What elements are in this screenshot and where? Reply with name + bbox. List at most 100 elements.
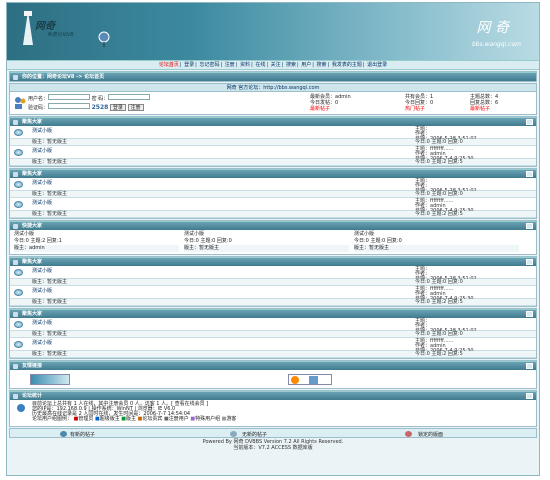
nav-login[interactable]: 登录 bbox=[184, 62, 194, 68]
forum-name[interactable]: 测试小版 bbox=[32, 267, 52, 274]
forum-stats: 今日:0 主题:0 回复:0 bbox=[415, 279, 463, 285]
forum-status-icon bbox=[14, 181, 23, 188]
forum-moderator[interactable]: 版主：暂无版主 bbox=[32, 211, 67, 218]
forum-status-icon bbox=[14, 149, 23, 156]
nav-search[interactable]: 搜索 bbox=[286, 62, 296, 68]
online-users-icon bbox=[17, 404, 25, 412]
legend-registered: 注册用户 bbox=[168, 416, 189, 422]
link-banner-1[interactable] bbox=[30, 374, 70, 385]
forum-moderator[interactable]: 版主：暂无版主 bbox=[32, 159, 67, 166]
username-input[interactable] bbox=[48, 94, 91, 100]
forum-name[interactable]: 测试小版 bbox=[354, 231, 519, 238]
collapse-toggle[interactable] bbox=[526, 119, 533, 125]
forum-moderator[interactable]: 版主：暂无版主 bbox=[32, 279, 67, 286]
nav-home[interactable]: 论坛首页 bbox=[159, 62, 179, 68]
nav-my-topics[interactable]: 我发表的主题 bbox=[332, 62, 362, 68]
collapse-toggle[interactable] bbox=[526, 259, 533, 265]
nav-register[interactable]: 注册 bbox=[225, 62, 235, 68]
forum-moderator[interactable]: 版主：暂无版主 bbox=[32, 139, 67, 146]
forum-status-icon bbox=[14, 321, 23, 328]
notice-text: 网奇 官方论坛：http://bbs.wangqi.com bbox=[226, 85, 320, 91]
balloon-icon bbox=[98, 31, 110, 47]
password-input[interactable] bbox=[108, 94, 151, 100]
section-title: 聚焦大家 bbox=[22, 171, 43, 177]
top-nav: 论坛首页| 登录| 忘记密码| 注册| 资料| 在线| 关注| 搜索| 用户| … bbox=[7, 60, 539, 70]
forum-status-icon bbox=[14, 129, 23, 136]
section-header: 聚焦大家 bbox=[10, 309, 536, 318]
forum-name[interactable]: 测试小版 bbox=[32, 147, 52, 154]
forum-status-icon bbox=[14, 201, 23, 208]
nav-users[interactable]: 用户 bbox=[301, 62, 311, 68]
forum-row: 测试小版主题：ffffffff......作者：admin日期：2006-7-4… bbox=[10, 198, 536, 214]
collapse-toggle[interactable] bbox=[526, 171, 533, 177]
forum-moderator[interactable]: 版主：暂无版主 bbox=[32, 351, 67, 358]
stat-newest-posts[interactable]: 最新帖子 bbox=[310, 106, 351, 112]
footer-version: 当前版本：V7.2 ACCESS 数据库版 bbox=[233, 445, 313, 451]
forum-moderator[interactable]: 版主：暂无版主 bbox=[32, 299, 67, 306]
forum-footer: 版主：暂无版主 今日:0 主题:0 回复:0 bbox=[10, 191, 536, 198]
forum-stats: 今日:0 主题:0 回复:0 bbox=[415, 331, 463, 337]
forum-mod: 版主：暂无版主 bbox=[184, 245, 349, 252]
banner-url: bbs.wangqi.com bbox=[471, 41, 521, 48]
section-icon bbox=[13, 312, 18, 317]
captcha-code: 2528 bbox=[91, 104, 109, 111]
breadcrumb: 你的位置：网奇论坛V8 -> 论坛首页 bbox=[10, 72, 536, 81]
banner-subtitle: 免费论坛V8 bbox=[47, 32, 74, 38]
register-button[interactable]: 注册 bbox=[127, 104, 144, 111]
section-icon bbox=[13, 394, 18, 399]
forum-sections: 聚焦大家测试小版主题：作者：日期：2006-5-28 3:51:02版主：暂无版… bbox=[7, 116, 539, 359]
section-icon bbox=[13, 224, 18, 229]
forum-moderator[interactable]: 版主：暂无版主 bbox=[32, 331, 67, 338]
stat-latest[interactable]: 最新帖子 bbox=[470, 106, 498, 112]
nav-search2[interactable]: 搜索 bbox=[317, 62, 327, 68]
nav-profile[interactable]: 资料 bbox=[240, 62, 250, 68]
forum-name[interactable]: 测试小版 bbox=[32, 179, 52, 186]
nav-online[interactable]: 在线 bbox=[255, 62, 265, 68]
collapse-toggle[interactable] bbox=[526, 393, 533, 399]
nav-follow[interactable]: 关注 bbox=[271, 62, 281, 68]
breadcrumb-block: 你的位置：网奇论坛V8 -> 论坛首页 bbox=[9, 71, 537, 82]
forum-name[interactable]: 测试小版 bbox=[32, 287, 52, 294]
legend-admin: 管理员 bbox=[78, 416, 94, 422]
collapse-toggle[interactable] bbox=[526, 223, 533, 229]
forum-name[interactable]: 测试小版 bbox=[32, 339, 52, 346]
three-col-body: 测试小版 今日:0 主题:2 回复:1 版主：admin 测试小版 今日:0 主题:0 … bbox=[10, 230, 536, 254]
forum-name[interactable]: 测试小版 bbox=[32, 127, 52, 134]
links-title: 友情链接 bbox=[22, 363, 43, 369]
captcha-input[interactable] bbox=[48, 103, 91, 109]
section-title: 聚焦大家 bbox=[22, 259, 43, 265]
forum-stats: 今日:0 主题:2 回复:5 bbox=[415, 299, 463, 305]
stat-hot-posts[interactable]: 热门帖子 bbox=[405, 106, 433, 112]
section-header: 聚焦大家 bbox=[10, 257, 536, 266]
links-block: 友情链接 bbox=[9, 360, 537, 389]
home-icon bbox=[13, 75, 18, 80]
breadcrumb-text: 你的位置：网奇论坛V8 -> 论坛首页 bbox=[22, 74, 105, 80]
login-button[interactable]: 登录 bbox=[109, 104, 126, 111]
nav-logout[interactable]: 退出登录 bbox=[367, 62, 387, 68]
forum-footer: 版主：暂无版主 今日:0 主题:2 回复:5 bbox=[10, 299, 536, 306]
forum-footer: 版主：暂无版主 今日:0 主题:0 回复:0 bbox=[10, 331, 536, 338]
new-posts-icon bbox=[60, 431, 67, 437]
nav-forgot[interactable]: 忘记密码 bbox=[199, 62, 219, 68]
forum-name[interactable]: 测试小版 bbox=[32, 319, 52, 326]
forum-col: 测试小版 今日:0 主题:0 回复:0 版主：暂无版主 bbox=[184, 231, 349, 252]
page: 网奇 免费论坛V8 网 奇 bbs.wangqi.com 论坛首页| 登录| 忘… bbox=[6, 2, 540, 476]
locked-icon bbox=[405, 431, 412, 437]
legend-guest: 游客 bbox=[226, 416, 237, 422]
forum-stats: 今日:0 主题:2 回复:5 bbox=[415, 351, 463, 357]
forum-row: 测试小版主题：作者：日期：2006-5-28 3:51:02 bbox=[10, 266, 536, 282]
link-banner-2[interactable] bbox=[288, 374, 332, 385]
collapse-toggle[interactable] bbox=[526, 363, 533, 369]
legend-label: 论坛用户组图例： bbox=[32, 416, 73, 422]
user-label: 用户名： bbox=[28, 96, 49, 102]
forum-name[interactable]: 测试小版 bbox=[14, 231, 179, 238]
online-title: 论坛统计 bbox=[22, 393, 43, 399]
forum-moderator[interactable]: 版主：暂无版主 bbox=[32, 191, 67, 198]
forum-name[interactable]: 测试小版 bbox=[32, 199, 52, 206]
forum-section: 聚焦大家测试小版主题：作者：日期：2006-5-28 3:51:02版主：暂无版… bbox=[9, 168, 537, 219]
links-body bbox=[10, 370, 536, 388]
collapse-toggle[interactable] bbox=[526, 311, 533, 317]
forum-name[interactable]: 测试小版 bbox=[184, 231, 349, 238]
three-col-section: 快捷大家 测试小版 今日:0 主题:2 回复:1 版主：admin 测试小版 今日:0 主… bbox=[9, 220, 537, 255]
section-title: 聚焦大家 bbox=[22, 119, 43, 125]
